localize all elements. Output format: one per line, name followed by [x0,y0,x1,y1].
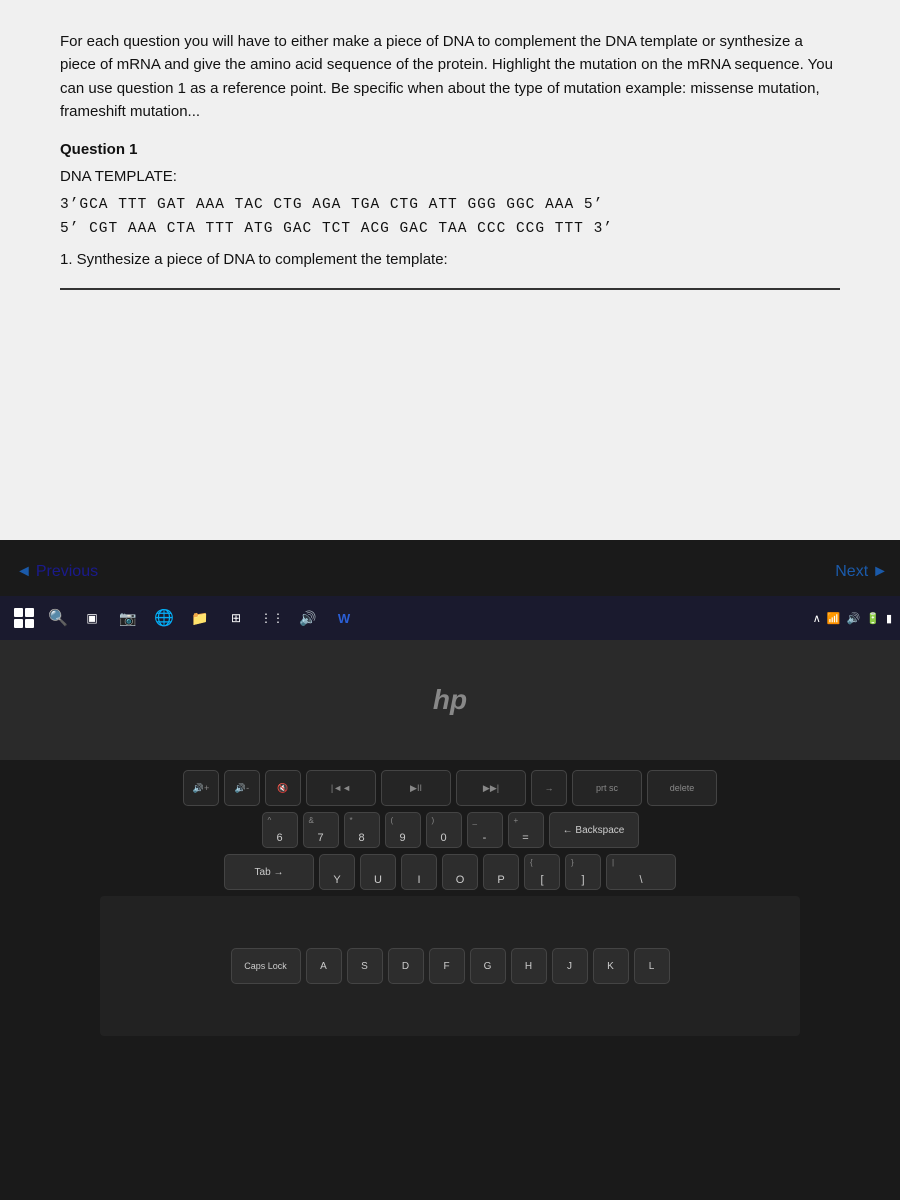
keyboard-number-row: ^6 &7 *8 (9 )0 _- += ← Backspace [262,812,639,848]
previous-button[interactable]: ◄ Previous [0,555,114,589]
windows-icon [14,608,34,628]
key-a[interactable]: A [306,948,342,984]
hp-logo: hp [433,684,467,716]
wifi-icon: 📶 [827,612,841,625]
keyboard-yuiop-row: Tab → Y U I O P {[ }] |\ [224,854,676,890]
key-k[interactable]: K [593,948,629,984]
taskbar: 🔍 ▣ 📷 🌐 📁 ⊞ ⋮⋮ 🔊 W ∧ 📶 🔊 🔋 ▮ [0,596,900,640]
next-arrow-icon: ► [872,563,888,581]
key-8[interactable]: *8 [344,812,380,848]
key-open-bracket[interactable]: {[ [524,854,560,890]
dna-strand-1: 3’GCA TTT GAT AAA TAC CTG AGA TGA CTG AT… [60,197,840,213]
key-0[interactable]: )0 [426,812,462,848]
next-button[interactable]: Next ► [823,555,900,589]
page-content: For each question you will have to eithe… [0,0,900,540]
keyboard-bottom-partial: Caps Lock A S D F G H J K L [231,948,670,984]
dna-label: DNA TEMPLATE: [60,168,840,185]
battery-icon: 🔋 [866,612,880,625]
instructions-paragraph: For each question you will have to eithe… [60,30,840,123]
key-f[interactable]: F [429,948,465,984]
explorer-icon: 📁 [191,610,208,627]
key-print-screen[interactable]: prt sc [572,770,642,806]
explorer-button[interactable]: 📁 [184,602,216,634]
key-play-pause[interactable]: ▶II [381,770,451,806]
key-equals[interactable]: += [508,812,544,848]
key-mute[interactable]: 🔇 [265,770,301,806]
key-prev-track[interactable]: |◄◄ [306,770,376,806]
pin-icon: ⊞ [231,611,241,625]
key-backslash[interactable]: |\ [606,854,676,890]
chevron-up-icon[interactable]: ∧ [813,612,821,625]
key-d[interactable]: D [388,948,424,984]
dna-strand-2: 5’ CGT AAA CTA TTT ATG GAC TCT ACG GAC T… [60,221,840,237]
grid-app-button[interactable]: ⋮⋮ [256,602,288,634]
taskview-icon: ▣ [86,611,97,625]
hp-logo-area: hp [0,640,900,760]
key-u[interactable]: U [360,854,396,890]
word-button[interactable]: W [328,602,360,634]
word-icon: W [338,611,350,626]
key-s[interactable]: S [347,948,383,984]
key-y[interactable]: Y [319,854,355,890]
search-icon: 🔍 [48,608,68,628]
key-o[interactable]: O [442,854,478,890]
key-l[interactable]: L [634,948,670,984]
media-button[interactable]: 🔊 [292,602,324,634]
key-vol-down[interactable]: 🔊- [224,770,260,806]
key-backspace[interactable]: ← Backspace [549,812,639,848]
key-next-track[interactable]: ▶▶| [456,770,526,806]
speaker-icon: 🔊 [299,610,316,627]
key-j[interactable]: J [552,948,588,984]
edge-icon: 🌐 [154,608,174,628]
key-minus[interactable]: _- [467,812,503,848]
answer-line [60,288,840,290]
key-caps-lock[interactable]: Caps Lock [231,948,301,984]
grid-icon: ⋮⋮ [260,611,284,625]
edge-button[interactable]: 🌐 [148,602,180,634]
key-p[interactable]: P [483,854,519,890]
next-label: Next [835,563,868,581]
key-i[interactable]: I [401,854,437,890]
key-close-bracket[interactable]: }] [565,854,601,890]
camera-icon: 📷 [119,610,136,627]
search-button[interactable]: 🔍 [44,604,72,632]
camera-button[interactable]: 📷 [112,602,144,634]
volume-icon: 🔊 [847,612,861,625]
taskview-button[interactable]: ▣ [76,602,108,634]
taskbar-clock: ▮ [886,612,892,625]
key-h[interactable]: H [511,948,547,984]
start-button[interactable] [8,602,40,634]
pinned-app-1[interactable]: ⊞ [220,602,252,634]
key-g[interactable]: G [470,948,506,984]
system-tray: ∧ 📶 🔊 🔋 ▮ [813,612,892,625]
key-9[interactable]: (9 [385,812,421,848]
key-7[interactable]: &7 [303,812,339,848]
key-arrow-right[interactable]: → [531,770,567,806]
question-title: Question 1 [60,141,840,158]
keyboard: 🔊+ 🔊- 🔇 |◄◄ ▶II ▶▶| → prt sc delete ^6 &… [0,760,900,1200]
key-delete[interactable]: delete [647,770,717,806]
previous-label: Previous [36,563,98,581]
keyboard-fn-row: 🔊+ 🔊- 🔇 |◄◄ ▶II ▶▶| → prt sc delete [183,770,717,806]
sub-question: 1. Synthesize a piece of DNA to compleme… [60,251,840,268]
key-vol-up[interactable]: 🔊+ [183,770,219,806]
previous-arrow-icon: ◄ [16,563,32,581]
key-tab[interactable]: Tab → [224,854,314,890]
key-6[interactable]: ^6 [262,812,298,848]
keyboard-lower-area: Caps Lock A S D F G H J K L [100,896,800,1036]
